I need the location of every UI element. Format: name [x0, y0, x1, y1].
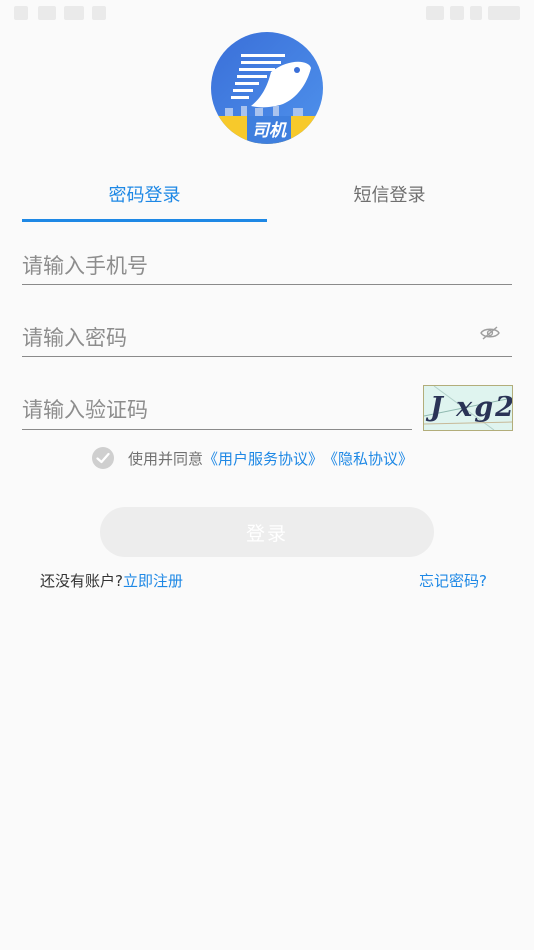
- agreement-row: 使用并同意 《用户服务协议》 《隐私协议》: [92, 446, 413, 470]
- user-agreement-link[interactable]: 《用户服务协议》: [203, 448, 323, 469]
- tab-sms-login[interactable]: 短信登录: [267, 170, 512, 222]
- phone-field: [22, 236, 512, 286]
- register-link[interactable]: 立即注册: [123, 572, 183, 590]
- phone-input[interactable]: [22, 246, 512, 286]
- tab-password-login[interactable]: 密码登录: [22, 170, 267, 222]
- tab-indicator: [22, 219, 267, 222]
- agree-checkbox[interactable]: [92, 447, 114, 469]
- forgot-password-link[interactable]: 忘记密码?: [419, 570, 487, 591]
- captcha-image[interactable]: J xg2: [423, 385, 513, 431]
- password-field: [22, 308, 512, 358]
- logo-badge-text: 司机: [252, 121, 287, 141]
- captcha-text: J xg2: [430, 392, 513, 423]
- agreement-prefix: 使用并同意: [128, 449, 204, 468]
- no-account-text: 还没有账户?: [40, 572, 123, 590]
- login-button[interactable]: 登录: [100, 507, 434, 557]
- status-bar: [0, 0, 534, 26]
- app-logo: 司机: [211, 32, 323, 144]
- captcha-field: [22, 380, 412, 430]
- app-logo-graphic: 司机: [211, 32, 323, 144]
- privacy-policy-link[interactable]: 《隐私协议》: [323, 448, 413, 469]
- register-row: 还没有账户?立即注册: [40, 570, 183, 591]
- eye-off-icon[interactable]: [480, 326, 500, 340]
- password-input[interactable]: [22, 318, 462, 358]
- login-tabs: 密码登录 短信登录: [22, 170, 512, 222]
- check-icon: [96, 452, 110, 464]
- captcha-input[interactable]: [22, 390, 412, 430]
